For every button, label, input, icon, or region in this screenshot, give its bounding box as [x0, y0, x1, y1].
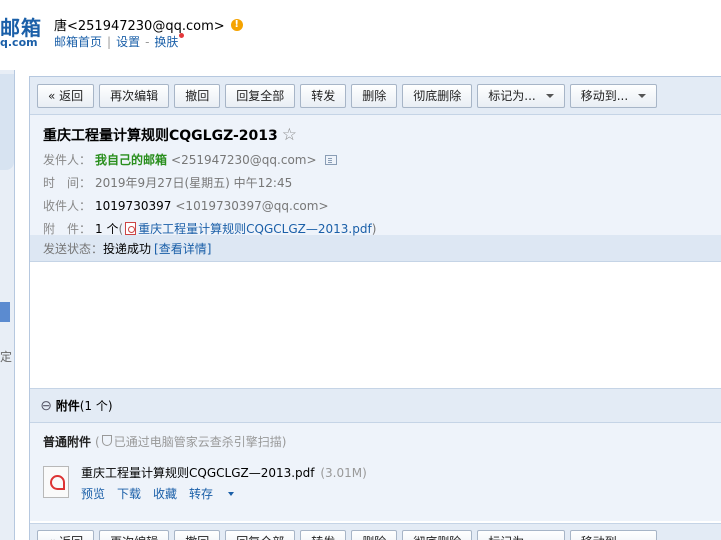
sidebar-compose-area[interactable] — [0, 74, 14, 170]
attachments-title: 附件 — [55, 399, 80, 413]
status-label: 发送状态： — [43, 241, 104, 256]
chevron-down-icon — [545, 93, 554, 98]
mail-subject: 重庆工程量计算规则CQGLGZ-2013 ☆ — [43, 125, 721, 145]
save-to-dropdown[interactable]: 转存 — [189, 485, 246, 502]
recipient-address: <1019730397@qq.com> — [175, 198, 329, 213]
header-links: 邮箱首页 | 设置 - 换肤 — [54, 33, 185, 50]
attachment-file-line: 重庆工程量计算规则CQGCLGZ—2013.pdf (3.01M) — [81, 464, 367, 481]
reedit-button[interactable]: 再次编辑 — [99, 530, 170, 540]
back-button[interactable]: « 返回 — [37, 530, 95, 540]
link-separator: | — [107, 34, 112, 49]
attachments-body: 普通附件 ( 已通过电脑管家云查杀引擎扫描) 重庆工程量计算规则CQGCLGZ—2… — [30, 423, 721, 521]
change-skin-link[interactable]: 换肤 — [154, 33, 178, 50]
sender-row: 发件人： 我自己的邮箱 <251947230@qq.com> — [43, 151, 721, 168]
forward-button[interactable]: 转发 — [300, 530, 347, 540]
attachment-file-size: (3.01M) — [320, 466, 367, 480]
recipient-row: 收件人： 1019730397 <1019730397@qq.com> — [43, 197, 721, 214]
mail-home-link[interactable]: 邮箱首页 — [54, 33, 102, 50]
mail-subject-text: 重庆工程量计算规则CQGLGZ-2013 — [43, 128, 278, 144]
recipient-label: 收件人： — [43, 199, 92, 213]
delete-forever-button[interactable]: 彻底删除 — [402, 530, 473, 540]
time-label: 时 间： — [43, 176, 92, 190]
scan-note: ( 已通过电脑管家云查杀引擎扫描) — [95, 433, 286, 450]
attachment-paren-open: ( — [118, 221, 124, 236]
attachment-label: 附 件： — [43, 222, 92, 236]
sender-name[interactable]: 我自己的邮箱 — [95, 151, 167, 168]
time-value: 2019年9月27日(星期五) 中午12:45 — [95, 176, 293, 190]
move-to-label: 移动到... — [580, 88, 629, 103]
sidebar-item-selected[interactable] — [0, 302, 10, 322]
user-account: 唐<251947230@qq.com> ! — [54, 15, 243, 34]
mark-as-label: 标记为... — [488, 531, 535, 540]
sender-address: <251947230@qq.com> — [171, 152, 317, 167]
scan-paren-open: ( — [95, 435, 100, 449]
normal-attachment-label: 普通附件 — [43, 435, 92, 449]
mail-body — [30, 262, 721, 388]
attachment-file-name[interactable]: 重庆工程量计算规则CQGCLGZ—2013.pdf — [81, 466, 315, 480]
attachment-section-label: 普通附件 ( 已通过电脑管家云查杀引擎扫描) — [43, 433, 721, 450]
attachment-details: 重庆工程量计算规则CQGCLGZ—2013.pdf (3.01M) 预览 下载 … — [81, 464, 367, 502]
move-to-dropdown[interactable]: 移动到... — [569, 530, 658, 540]
contact-card-icon[interactable] — [324, 154, 337, 165]
chevron-down-icon — [228, 491, 235, 496]
delete-button[interactable]: 删除 — [351, 83, 398, 108]
chevron-down-icon — [638, 93, 647, 98]
top-header: 邮箱 q.com 唐<251947230@qq.com> ! 邮箱首页 | 设置… — [0, 0, 721, 62]
mail-header-info: 重庆工程量计算规则CQGLGZ-2013 ☆ 发件人： 我自己的邮箱 <2519… — [30, 115, 721, 237]
delete-forever-button[interactable]: 彻底删除 — [402, 83, 473, 108]
star-icon[interactable]: ☆ — [282, 125, 297, 145]
mail-logo-domain: q.com — [0, 36, 38, 49]
recall-button[interactable]: 撤回 — [174, 530, 221, 540]
move-to-label: 移动到... — [581, 531, 628, 540]
delivery-status-bar: 发送状态： 投递成功 [查看详情] — [30, 235, 721, 262]
pdf-file-icon — [125, 222, 137, 235]
pdf-file-icon[interactable] — [43, 466, 69, 498]
sender-label: 发件人： — [43, 153, 92, 167]
delete-button[interactable]: 删除 — [351, 530, 398, 540]
mark-as-dropdown[interactable]: 标记为... — [477, 83, 565, 108]
shield-icon — [101, 435, 112, 446]
mark-as-dropdown[interactable]: 标记为... — [477, 530, 565, 540]
favorite-link[interactable]: 收藏 — [153, 485, 177, 502]
reply-all-button[interactable]: 回复全部 — [225, 83, 296, 108]
forward-button[interactable]: 转发 — [300, 83, 347, 108]
status-value: 投递成功 — [103, 241, 152, 256]
attachment-item: 重庆工程量计算规则CQGCLGZ—2013.pdf (3.01M) 预览 下载 … — [43, 464, 721, 502]
reedit-button[interactable]: 再次编辑 — [99, 83, 170, 108]
time-row: 时 间： 2019年9月27日(星期五) 中午12:45 — [43, 174, 721, 191]
sidebar-item-fragment[interactable]: 定 — [0, 348, 12, 365]
status-details-link[interactable]: [查看详情] — [154, 240, 211, 257]
preview-link[interactable]: 预览 — [81, 485, 105, 502]
download-link[interactable]: 下载 — [117, 485, 141, 502]
user-account-text[interactable]: 唐<251947230@qq.com> — [54, 15, 225, 34]
link-separator: - — [145, 34, 150, 49]
save-to-label: 转存 — [189, 487, 214, 501]
mail-read-panel: « 返回 再次编辑 撤回 回复全部 转发 删除 彻底删除 标记为... 移动到.… — [29, 76, 721, 540]
back-button[interactable]: « 返回 — [37, 83, 95, 108]
recipient-name[interactable]: 1019730397 — [95, 199, 171, 213]
reply-all-button[interactable]: 回复全部 — [225, 530, 296, 540]
warning-icon[interactable]: ! — [230, 18, 243, 31]
settings-link[interactable]: 设置 — [116, 33, 140, 50]
recall-button[interactable]: 撤回 — [174, 83, 221, 108]
attachments-header: ⊘ 附件 (1 个) — [30, 388, 721, 423]
attachment-link[interactable]: 重庆工程量计算规则CQGCLGZ—2013.pdf — [138, 220, 372, 237]
paperclip-icon: ⊘ — [36, 395, 56, 416]
scan-text: 已通过电脑管家云查杀引擎扫描) — [113, 435, 287, 449]
notification-dot-icon — [179, 33, 185, 38]
attachment-paren-close: ) — [371, 221, 377, 236]
attachment-actions: 预览 下载 收藏 转存 — [81, 485, 367, 502]
attachments-count: (1 个) — [79, 399, 113, 413]
bottom-toolbar: « 返回 再次编辑 撤回 回复全部 转发 删除 彻底删除 标记为... 移动到.… — [30, 523, 721, 540]
top-toolbar: « 返回 再次编辑 撤回 回复全部 转发 删除 彻底删除 标记为... 移动到.… — [30, 77, 721, 115]
move-to-dropdown[interactable]: 移动到... — [569, 83, 658, 108]
mark-as-label: 标记为... — [488, 88, 536, 103]
attachment-count: 1 个 — [95, 222, 119, 236]
